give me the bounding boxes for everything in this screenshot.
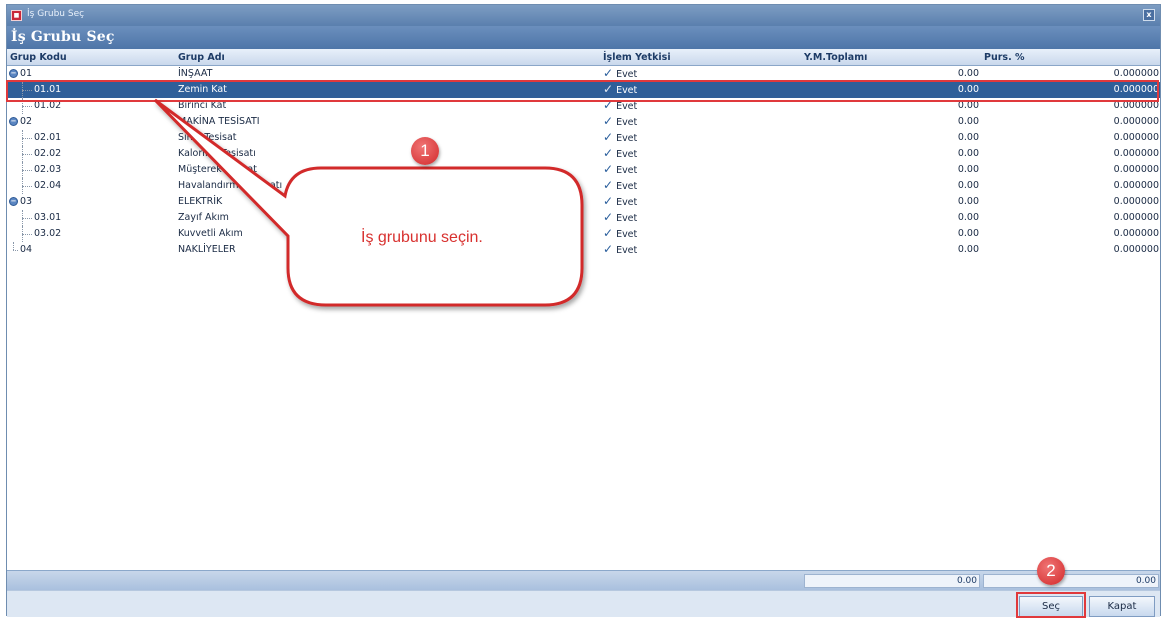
step-2-badge: 2 [1037,557,1065,585]
callout-bubble [153,98,584,307]
step-1-badge: 1 [411,137,439,165]
callout-text: İş grubunu seçin. [361,229,483,246]
callout-shape [153,98,584,307]
